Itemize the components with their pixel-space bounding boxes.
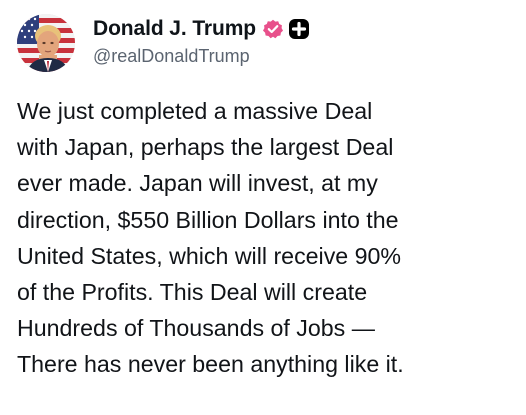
plus-badge-icon [289,19,310,39]
post-text-line: of the Profits. This Deal will create [17,279,368,306]
post-card: Donald J. Trump @realDonaldTrump We just… [0,0,526,415]
avatar-image [17,14,75,72]
post-text-line: with Japan, perhaps the largest Deal [17,134,394,161]
post-text-line: ever made. Japan will invest, at my [17,170,378,197]
post-text-line: Hundreds of Thousands of Jobs — [17,315,375,342]
author-display-name[interactable]: Donald J. Trump [93,17,256,41]
author-avatar[interactable] [17,14,75,72]
post-text: We just completed a massive Deal with Ja… [17,93,522,383]
post-text-line: We just completed a massive Deal [17,98,373,124]
author-handle[interactable]: @realDonaldTrump [93,46,250,67]
verified-badge-icon [263,19,284,39]
author-name-row: Donald J. Trump [93,14,310,44]
post-text-line: There has never been anything like it. [17,351,404,378]
post-text-line: direction, $550 Billion Dollars into the [17,206,399,233]
post-text-line: United States, which will receive 90% [17,242,402,269]
